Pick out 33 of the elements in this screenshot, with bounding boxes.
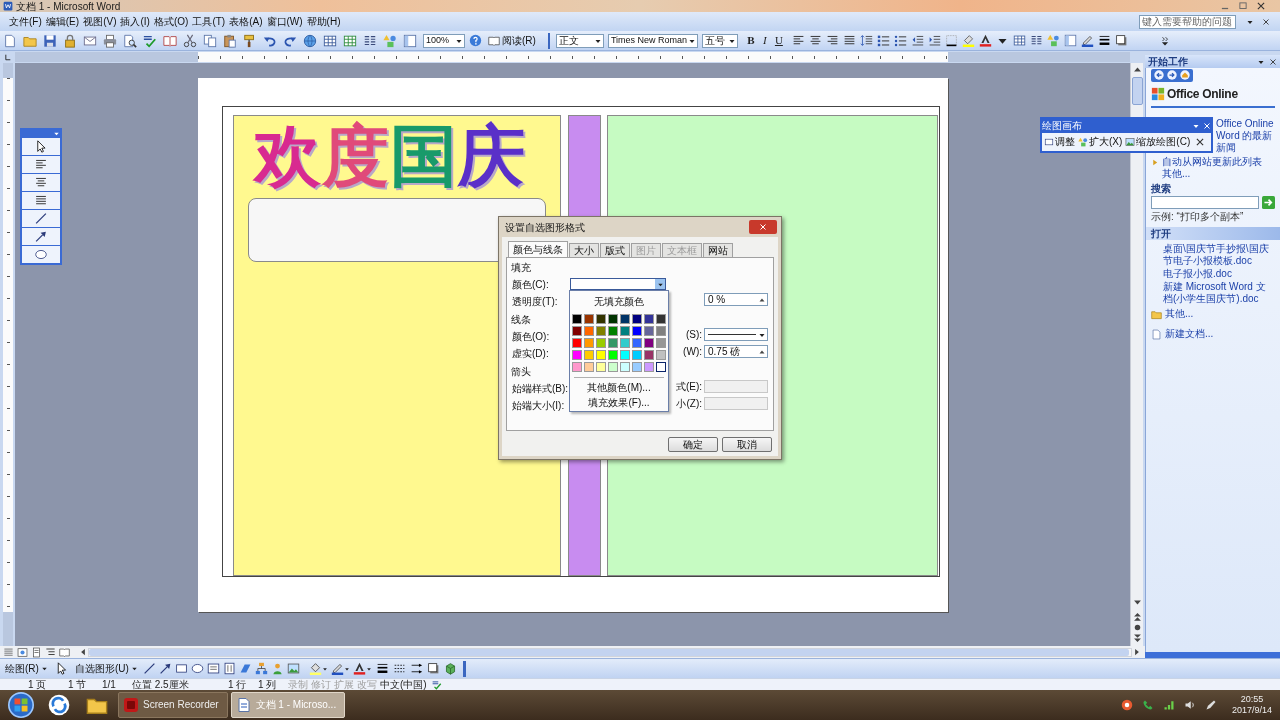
toolbar-title: 绘图画布 <box>1042 120 1082 131</box>
hint-text: 示例: “打印多个副本” <box>1151 211 1244 223</box>
field-label: 虚实(D): <box>512 347 549 359</box>
field-label: 颜色(C): <box>512 278 549 290</box>
dialog-title: 设置自选图形格式 <box>505 221 585 233</box>
section-title: 箭头 <box>511 365 531 377</box>
clock-date: 2017/9/14 <box>1231 705 1272 716</box>
status-text: 1 节 <box>68 679 87 690</box>
status-text: 位置 2.5厘米 <box>132 679 189 690</box>
section-title: 打开 <box>1151 228 1171 239</box>
status-text: 1 行 <box>228 679 247 690</box>
field-label: (S): <box>685 329 702 340</box>
status-text: 扩展 <box>334 679 354 690</box>
field-label: 颜色(O): <box>512 330 550 342</box>
status-text: 中文(中国) <box>380 679 427 690</box>
pane-title: 开始工作 <box>1148 56 1188 67</box>
status-text: 录制 <box>288 679 308 690</box>
section-title: 填充 <box>511 261 531 273</box>
field-label: 小(Z): <box>676 398 702 409</box>
field-label: (W): <box>683 346 702 357</box>
status-text: 改写 <box>357 679 377 690</box>
field-label: 搜索 <box>1151 183 1171 195</box>
status-text: 1 页 <box>28 679 47 690</box>
section-title: 线条 <box>511 313 531 325</box>
field-label: 式(E): <box>675 381 702 392</box>
status-text: 修订 <box>311 679 331 690</box>
field-label: 始端样式(B): <box>512 382 569 394</box>
clock-time: 20:55 <box>1240 694 1264 705</box>
status-text: 1 列 <box>258 679 277 690</box>
status-text: 1/1 <box>102 679 116 690</box>
field-label: 透明度(T): <box>512 295 558 307</box>
window-title: 文档 1 - Microsoft Word <box>16 0 121 12</box>
field-label: 始端大小(I): <box>512 399 565 411</box>
